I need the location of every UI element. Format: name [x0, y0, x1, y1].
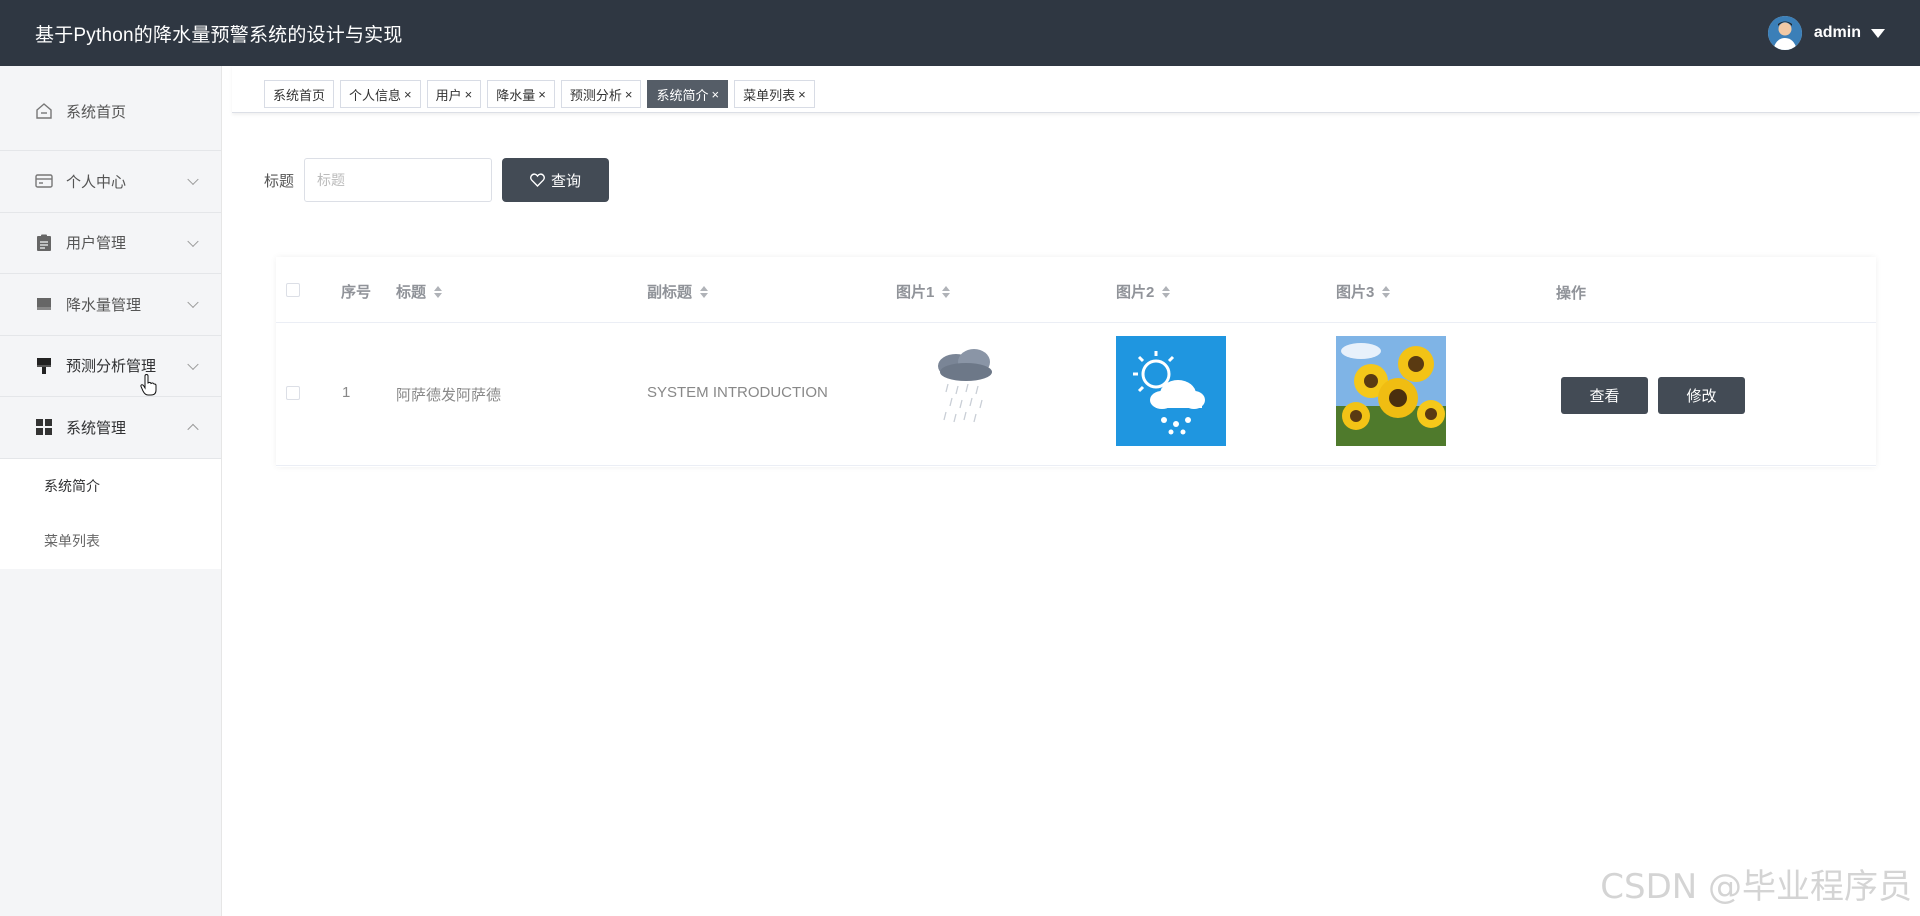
top-header: 基于Python的降水量预警系统的设计与实现 admin: [0, 0, 1920, 66]
view-button[interactable]: 查看: [1561, 377, 1648, 414]
data-table: 序号 标题 副标题 图片1 图片2 图片3 操作 1 阿萨德发阿萨德 SYSTE…: [276, 257, 1876, 467]
chevron-down-icon: [187, 235, 199, 247]
column-label: 图片1: [896, 284, 935, 301]
tag-home[interactable]: 系统首页: [264, 80, 335, 108]
column-header-image3[interactable]: 图片3: [1336, 281, 1391, 302]
chevron-up-icon: [187, 423, 199, 436]
image-sun-rain[interactable]: [1116, 336, 1226, 446]
tag-label: 降水量: [496, 87, 536, 103]
column-label: 序号: [341, 284, 372, 301]
sidebar-item-user-management[interactable]: 用户管理: [0, 213, 221, 274]
column-header-image1[interactable]: 图片1: [896, 281, 951, 302]
sort-icon[interactable]: [434, 285, 443, 298]
tag-precipitation[interactable]: 降水量 ×: [487, 80, 555, 108]
sidebar-item-precipitation[interactable]: 降水量管理: [0, 274, 221, 336]
tag-label: 个人信息: [349, 87, 402, 103]
select-all-checkbox[interactable]: [286, 283, 300, 297]
column-header-title[interactable]: 标题: [396, 281, 443, 302]
grid-icon: [34, 417, 54, 437]
search-button-label: 查询: [551, 172, 582, 190]
user-menu[interactable]: admin: [1767, 16, 1920, 50]
column-header-image2[interactable]: 图片2: [1116, 281, 1171, 302]
card-icon: [34, 171, 54, 191]
row-index: 1: [342, 384, 351, 401]
heart-icon: [530, 173, 545, 187]
sidebar-item-personal-center[interactable]: 个人中心: [0, 151, 221, 213]
sidebar-item-label: 用户管理: [66, 235, 127, 253]
close-icon[interactable]: ×: [465, 87, 473, 102]
column-header-subtitle[interactable]: 副标题: [647, 281, 709, 302]
search-input[interactable]: [304, 158, 493, 202]
tag-menu-list[interactable]: 菜单列表 ×: [734, 80, 815, 108]
sort-icon[interactable]: [1382, 285, 1391, 298]
close-icon[interactable]: ×: [711, 87, 719, 102]
edit-button[interactable]: 修改: [1658, 377, 1745, 414]
sort-icon[interactable]: [942, 285, 951, 298]
avatar: [1767, 16, 1802, 50]
image-rain-cloud[interactable]: [916, 336, 1026, 446]
sidebar-item-system-management[interactable]: 系统管理: [0, 397, 221, 459]
row-subtitle: SYSTEM INTRODUCTION: [647, 384, 828, 401]
image-sunflowers[interactable]: [1336, 336, 1446, 446]
row-checkbox[interactable]: [286, 386, 300, 400]
table-row: 1 阿萨德发阿萨德 SYSTEM INTRODUCTION 查看 修改: [276, 323, 1876, 466]
sidebar-item-label: 系统首页: [66, 103, 127, 121]
column-header-index: 序号: [341, 281, 371, 302]
chevron-down-icon: [187, 173, 199, 186]
close-icon[interactable]: ×: [538, 87, 546, 102]
close-icon[interactable]: ×: [798, 87, 806, 102]
chevron-down-icon: [187, 358, 199, 370]
watermark: CSDN @毕业程序员: [1600, 867, 1912, 907]
app-title: 基于Python的降水量预警系统的设计与实现: [35, 24, 403, 46]
tags-bar: 系统首页 个人信息 × 用户 × 降水量 × 预测分析 × 系统简介 × 菜单列表 ×: [232, 66, 1920, 113]
tag-label: 系统首页: [273, 87, 326, 103]
column-label: 图片2: [1116, 284, 1155, 301]
sidebar: 系统首页 个人中心 用户管理 降水量管理 预测分析管理 系统管理 系统简介 菜单…: [0, 66, 222, 916]
table-header: 序号 标题 副标题 图片1 图片2 图片3 操作: [276, 257, 1876, 323]
close-icon[interactable]: ×: [404, 87, 412, 102]
tag-label: 预测分析: [569, 87, 622, 103]
caret-down-icon[interactable]: [1871, 28, 1885, 38]
sort-icon[interactable]: [1162, 285, 1171, 298]
hand-cursor-icon: [140, 373, 157, 395]
sidebar-submenu: 系统简介 菜单列表: [0, 458, 221, 569]
sidebar-item-home[interactable]: 系统首页: [0, 66, 221, 151]
tag-label: 用户: [435, 87, 462, 103]
tag-forecast[interactable]: 预测分析 ×: [560, 80, 642, 108]
column-label: 标题: [396, 284, 427, 301]
home-icon: [34, 101, 54, 121]
sidebar-subitem-menu-list[interactable]: 菜单列表: [0, 514, 221, 569]
sort-icon[interactable]: [700, 285, 709, 298]
username: admin: [1813, 24, 1861, 41]
brush-icon: [34, 356, 54, 376]
tag-personal-info[interactable]: 个人信息 ×: [340, 80, 421, 108]
sidebar-item-label: 降水量管理: [66, 296, 142, 314]
sidebar-item-forecast-analysis[interactable]: 预测分析管理: [0, 336, 221, 397]
sidebar-item-label: 系统管理: [66, 419, 127, 437]
search-button[interactable]: 查询: [502, 158, 610, 202]
chevron-down-icon: [187, 296, 199, 309]
tag-system-intro[interactable]: 系统简介 ×: [647, 80, 729, 108]
sidebar-subitem-system-intro[interactable]: 系统简介: [0, 459, 221, 514]
tag-user[interactable]: 用户 ×: [426, 80, 482, 108]
column-label: 操作: [1556, 285, 1587, 302]
clipboard-icon: [34, 233, 54, 253]
search-label: 标题: [264, 172, 295, 190]
row-title: 阿萨德发阿萨德: [396, 387, 502, 404]
tag-label: 系统简介: [656, 87, 709, 103]
column-label: 图片3: [1336, 284, 1375, 301]
sidebar-item-label: 个人中心: [66, 173, 127, 191]
search-form: 标题 查询: [264, 158, 610, 202]
column-header-actions: 操作: [1556, 282, 1586, 303]
close-icon[interactable]: ×: [625, 87, 633, 102]
tray-icon: [34, 294, 54, 314]
column-label: 副标题: [647, 284, 693, 301]
tag-label: 菜单列表: [743, 87, 796, 103]
